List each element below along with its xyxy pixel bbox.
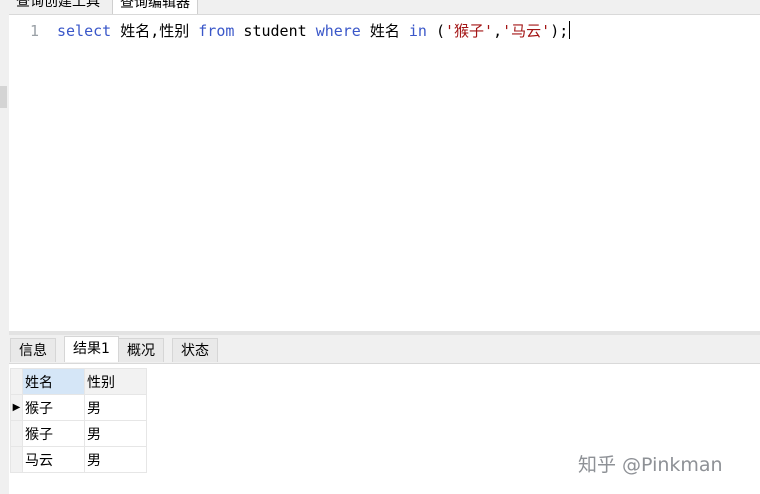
- text-cursor: [569, 21, 571, 39]
- tab-query-editor[interactable]: 查询编辑器: [112, 0, 198, 14]
- string-literal-1: '猴子': [445, 22, 494, 40]
- cell-name[interactable]: 猴子: [22, 394, 85, 421]
- watermark: 知乎 @Pinkman: [578, 454, 723, 476]
- row-indicator-header: [10, 368, 23, 395]
- column-header-name[interactable]: 姓名: [22, 368, 85, 395]
- cell-gender[interactable]: 男: [84, 420, 147, 447]
- table-row[interactable]: 马云 男: [10, 446, 147, 473]
- cell-name[interactable]: 猴子: [22, 420, 85, 447]
- cell-name[interactable]: 马云: [22, 446, 85, 473]
- tab-result1[interactable]: 结果1: [64, 336, 119, 362]
- code-close: );: [550, 22, 569, 40]
- keyword-in: in: [408, 22, 427, 40]
- sql-editor[interactable]: 1 select 姓名,性别 from student where 姓名 in …: [9, 15, 760, 331]
- cell-gender[interactable]: 男: [84, 446, 147, 473]
- code-columns: 姓名,性别: [111, 22, 199, 40]
- top-tab-bar: 查询创建工具 查询编辑器: [9, 0, 760, 15]
- keyword-where: where: [315, 22, 361, 40]
- row-indicator: [10, 420, 23, 447]
- table-row[interactable]: 猴子 男: [10, 420, 147, 447]
- string-literal-2: '马云': [502, 22, 551, 40]
- keyword-select: select: [57, 22, 112, 40]
- code-table: student: [234, 22, 316, 40]
- tab-overview[interactable]: 概况: [118, 338, 164, 362]
- line-number: 1: [30, 22, 40, 40]
- table-header-row: 姓名 性别: [10, 368, 147, 395]
- result-grid[interactable]: 姓名 性别 ▶ 猴子 男 猴子 男 马云 男: [10, 368, 147, 473]
- code-comma: ,: [493, 22, 503, 40]
- row-indicator: [10, 446, 23, 473]
- code-field: 姓名: [360, 22, 409, 40]
- left-gutter: [0, 0, 9, 494]
- collapse-handle[interactable]: [0, 86, 7, 108]
- tab-info[interactable]: 信息: [10, 338, 56, 362]
- sql-code-line[interactable]: select 姓名,性别 from student where 姓名 in ('…: [57, 21, 571, 41]
- table-row[interactable]: ▶ 猴子 男: [10, 394, 147, 421]
- code-open-paren: (: [426, 22, 446, 40]
- current-row-arrow-icon: ▶: [10, 394, 23, 421]
- cell-gender[interactable]: 男: [84, 394, 147, 421]
- tab-status[interactable]: 状态: [172, 338, 218, 362]
- tab-query-builder[interactable]: 查询创建工具: [9, 0, 107, 13]
- result-tab-bar: 信息 结果1 概况 状态: [9, 335, 760, 364]
- column-header-gender[interactable]: 性别: [84, 368, 147, 395]
- keyword-from: from: [198, 22, 235, 40]
